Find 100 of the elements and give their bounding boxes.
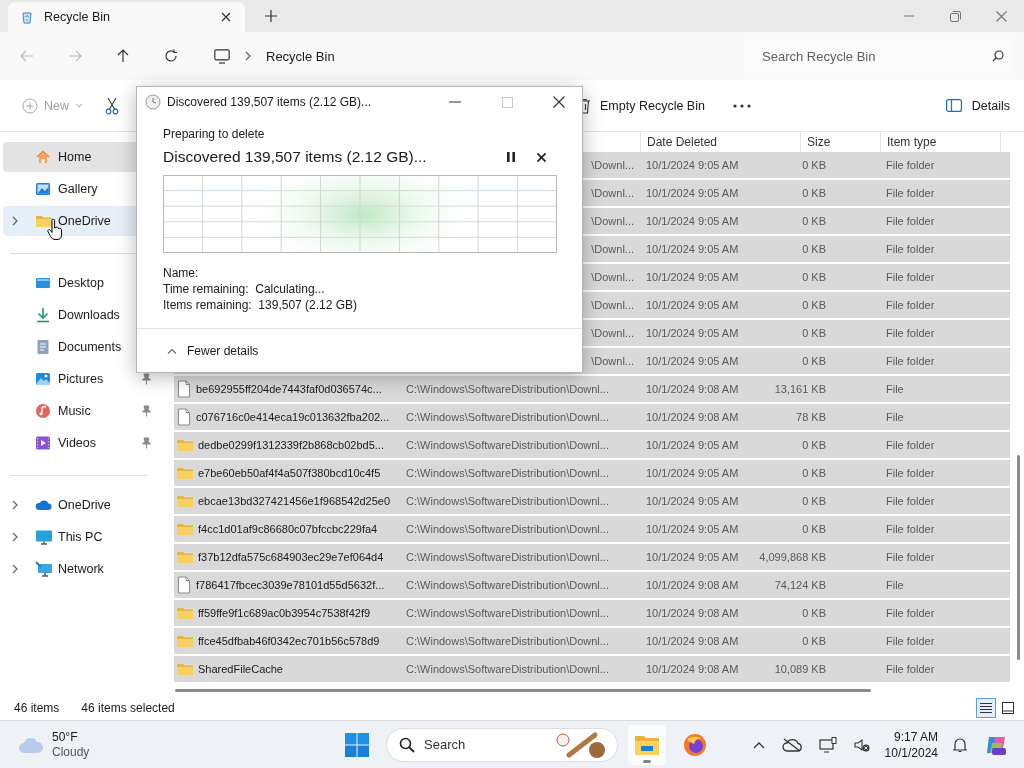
- date-deleted: 10/1/2024 9:08 AM: [646, 635, 739, 647]
- details-button[interactable]: Details: [941, 94, 1014, 117]
- original-location: C:\Windows\SoftwareDistribution\Downl...: [406, 551, 609, 563]
- monitor-icon: [818, 736, 837, 753]
- file-row[interactable]: f4cc1d01af9c86680c07bfccbc229fa4 C:\Windows\SoftwareDistribution\Downl... 10/1/2024 9:05 AM 0 KB File folder: [174, 516, 1010, 542]
- weather-condition: Cloudy: [52, 744, 90, 760]
- tab-title: Recycle Bin: [44, 10, 111, 24]
- item-type: File folder: [886, 439, 935, 451]
- date-deleted: 10/1/2024 9:05 AM: [646, 327, 739, 339]
- original-location: C:\Windows\SoftwareDistribution\Downl...: [406, 635, 609, 647]
- chevron-up-icon: [752, 740, 765, 749]
- temperature: 50°F: [52, 729, 79, 745]
- item-type: File folder: [886, 523, 935, 535]
- nav-item[interactable]: Music: [3, 396, 158, 426]
- item-type: File folder: [886, 327, 935, 339]
- tab-close-button[interactable]: [219, 10, 233, 24]
- item-type: File folder: [886, 187, 935, 199]
- selection-count: 46 items selected: [81, 701, 175, 715]
- browser-tab[interactable]: Recycle Bin: [8, 2, 245, 32]
- scissors-icon: [105, 96, 119, 115]
- date-deleted: 10/1/2024 9:05 AM: [646, 271, 739, 283]
- file-size: 0 KB: [802, 635, 826, 647]
- date-deleted: 10/1/2024 9:05 AM: [646, 215, 739, 227]
- folder-icon: [176, 437, 194, 453]
- arrow-up-icon: [117, 49, 129, 63]
- breadcrumb-item[interactable]: Recycle Bin: [266, 48, 335, 64]
- date-deleted: 10/1/2024 9:05 AM: [646, 243, 739, 255]
- file-row[interactable]: e7be60eb50af4f4a507f380bcd10c4f5 C:\Windows\SoftwareDistribution\Downl... 10/1/2024 9:05 AM 0 KB File folder: [174, 460, 1010, 486]
- original-location: \Downl...: [591, 271, 634, 283]
- taskbar-app[interactable]: [628, 724, 666, 765]
- original-location: C:\Windows\SoftwareDistribution\Downl...: [406, 523, 609, 535]
- item-type: File folder: [886, 551, 935, 563]
- original-location: \Downl...: [591, 159, 634, 171]
- file-row[interactable]: ebcae13bd327421456e1f968542d25e0 C:\Windows\SoftwareDistribution\Downl... 10/1/2024 9:05 AM 0 KB File folder: [174, 488, 1010, 514]
- file-row[interactable]: SharedFileCache C:\Windows\SoftwareDistribution\Downl... 10/1/2024 9:08 AM 10,089 KB File folder: [174, 656, 1010, 682]
- file-size: 0 KB: [802, 467, 826, 479]
- network-tray-icon[interactable]: [816, 734, 839, 755]
- item-type: File folder: [886, 495, 935, 507]
- file-size: 13,161 KB: [774, 383, 826, 395]
- monitor-icon: [214, 48, 230, 64]
- file-size: 0 KB: [802, 495, 826, 507]
- music-icon: [35, 403, 51, 419]
- list-view-icon: [980, 702, 992, 714]
- pause-icon: [507, 152, 515, 162]
- file-row[interactable]: dedbe0299f1312339f2b868cb02bd5... C:\Windows\SoftwareDistribution\Downl... 10/1/2024 9:05 AM 0 KB File folder: [174, 432, 1010, 458]
- nav-item[interactable]: Downloads: [3, 300, 158, 330]
- nav-item[interactable]: Desktop: [3, 268, 158, 298]
- nav-item[interactable]: Documents: [3, 332, 158, 362]
- file-row[interactable]: c076716c0e414eca19c013632fba202... C:\Windows\SoftwareDistribution\Downl... 10/1/2024 9:08 AM 78 KB File: [174, 404, 1010, 430]
- folder-icon: [634, 733, 660, 756]
- file-name: ff59ffe9f1c689ac0b3954c7538f42f9: [198, 607, 371, 619]
- cloud-icon: [35, 497, 53, 513]
- file-row[interactable]: ffce45dfbab46f0342ec701b56c578d9 C:\Windows\SoftwareDistribution\Downl... 10/1/2024 9:08 AM 0 KB File folder: [174, 628, 1010, 654]
- item-type: File folder: [886, 243, 935, 255]
- date-deleted: 10/1/2024 9:08 AM: [646, 663, 739, 675]
- search-icon: [399, 736, 415, 753]
- original-location: C:\Windows\SoftwareDistribution\Downl...: [406, 467, 609, 479]
- clock[interactable]: 9:17 AM 10/1/2024: [884, 728, 938, 761]
- file-row[interactable]: be692955ff204de7443faf0d036574c... C:\Windows\SoftwareDistribution\Downl... 10/1/2024 9:08 AM 13,161 KB File: [174, 376, 1010, 402]
- nav-item[interactable]: This PC: [3, 522, 158, 552]
- taskbar-search[interactable]: Search: [386, 727, 618, 762]
- nav-item[interactable]: Gallery: [3, 174, 158, 204]
- maximize-icon: [501, 96, 513, 108]
- cloud-off-icon: [781, 737, 802, 752]
- item-type: File folder: [886, 271, 935, 283]
- arrow-left-icon: [20, 50, 34, 62]
- item-type: File folder: [886, 607, 935, 619]
- expand-chevron-icon: [11, 532, 19, 542]
- pictures-icon: [35, 371, 51, 387]
- expand-chevron-icon: [11, 500, 19, 510]
- expand-chevron-icon: [11, 216, 19, 226]
- folder-icon: [176, 661, 194, 677]
- folder-icon: [35, 213, 53, 229]
- nav-item[interactable]: Videos: [3, 428, 158, 458]
- item-type: File folder: [886, 159, 935, 171]
- expand-chevron-icon: [11, 564, 19, 574]
- file-row[interactable]: ff59ffe9f1c689ac0b3954c7538f42f9 C:\Windows\SoftwareDistribution\Downl... 10/1/2024 9:08 AM 0 KB File folder: [174, 600, 1010, 626]
- restore-icon: [949, 10, 961, 22]
- original-location: C:\Windows\SoftwareDistribution\Downl...: [406, 383, 609, 395]
- chevron-up-icon: [167, 347, 177, 354]
- nav-item[interactable]: OneDrive: [3, 490, 158, 520]
- file-row[interactable]: f786417fbcec3039e78101d55d5632f... C:\Windows\SoftwareDistribution\Downl... 10/1/2024 9:08 AM 74,124 KB File: [174, 572, 1010, 598]
- baseball-drawing: [555, 730, 607, 759]
- folder-icon: [176, 549, 194, 565]
- file-row[interactable]: f37b12dfa575c684903ec29e7ef064d4 C:\Windows\SoftwareDistribution\Downl... 10/1/2024 9:05 AM 4,099,868 KB File folder: [174, 544, 1010, 570]
- refresh-icon: [164, 49, 178, 63]
- chevron-right-icon: [244, 51, 252, 61]
- original-location: C:\Windows\SoftwareDistribution\Downl...: [406, 607, 609, 619]
- view-toggle[interactable]: [976, 698, 996, 718]
- date-deleted: 10/1/2024 9:05 AM: [646, 355, 739, 367]
- date-deleted: 10/1/2024 9:08 AM: [646, 579, 739, 591]
- date-deleted: 10/1/2024 9:08 AM: [646, 383, 739, 395]
- original-location: C:\Windows\SoftwareDistribution\Downl...: [406, 579, 609, 591]
- item-type: File: [886, 579, 904, 591]
- date-deleted: 10/1/2024 9:05 AM: [646, 467, 739, 479]
- speaker-muted-icon: [853, 736, 870, 753]
- nav-item[interactable]: Pictures: [3, 364, 158, 394]
- file-name: c076716c0e414eca19c013632fba202...: [196, 411, 390, 423]
- arrow-right-icon: [68, 50, 82, 62]
- nav-item[interactable]: Network: [3, 554, 158, 584]
